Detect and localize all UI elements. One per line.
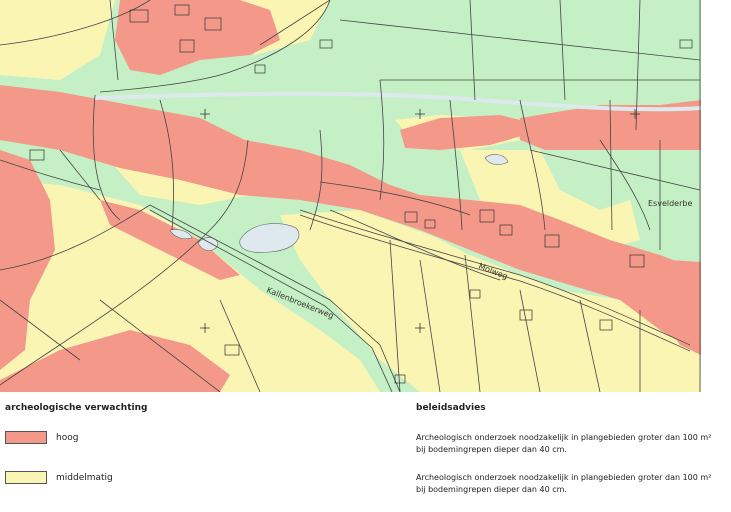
legend-advice-hoog-line2: bij bodemingrepen dieper dan 40 cm.	[416, 445, 567, 454]
legend-advice-middelmatig-line1: Archeologisch onderzoek noodzakelijk in …	[416, 473, 712, 482]
legend-swatch-middelmatig	[5, 471, 47, 484]
legend-title-archaeological-expectation: archeologische verwachting	[5, 403, 148, 413]
legend-advice-hoog-line1: Archeologisch onderzoek noodzakelijk in …	[416, 433, 712, 442]
legend-advice-hoog: Archeologisch onderzoek noodzakelijk in …	[416, 432, 716, 456]
archaeology-map: Kallenbroekerweg Molweg Esvelderbe	[0, 0, 701, 392]
legend-advice-middelmatig: Archeologisch onderzoek noodzakelijk in …	[416, 472, 716, 496]
legend-label-hoog: hoog	[56, 433, 79, 443]
legend-label-middelmatig: middelmatig	[56, 473, 113, 483]
legend-title-policy-advice: beleidsadvies	[416, 403, 486, 413]
street-label-esvelderbe: Esvelderbe	[648, 199, 692, 208]
legend-swatch-hoog	[5, 431, 47, 444]
legend-advice-middelmatig-line2: bij bodemingrepen dieper dan 40 cm.	[416, 485, 567, 494]
